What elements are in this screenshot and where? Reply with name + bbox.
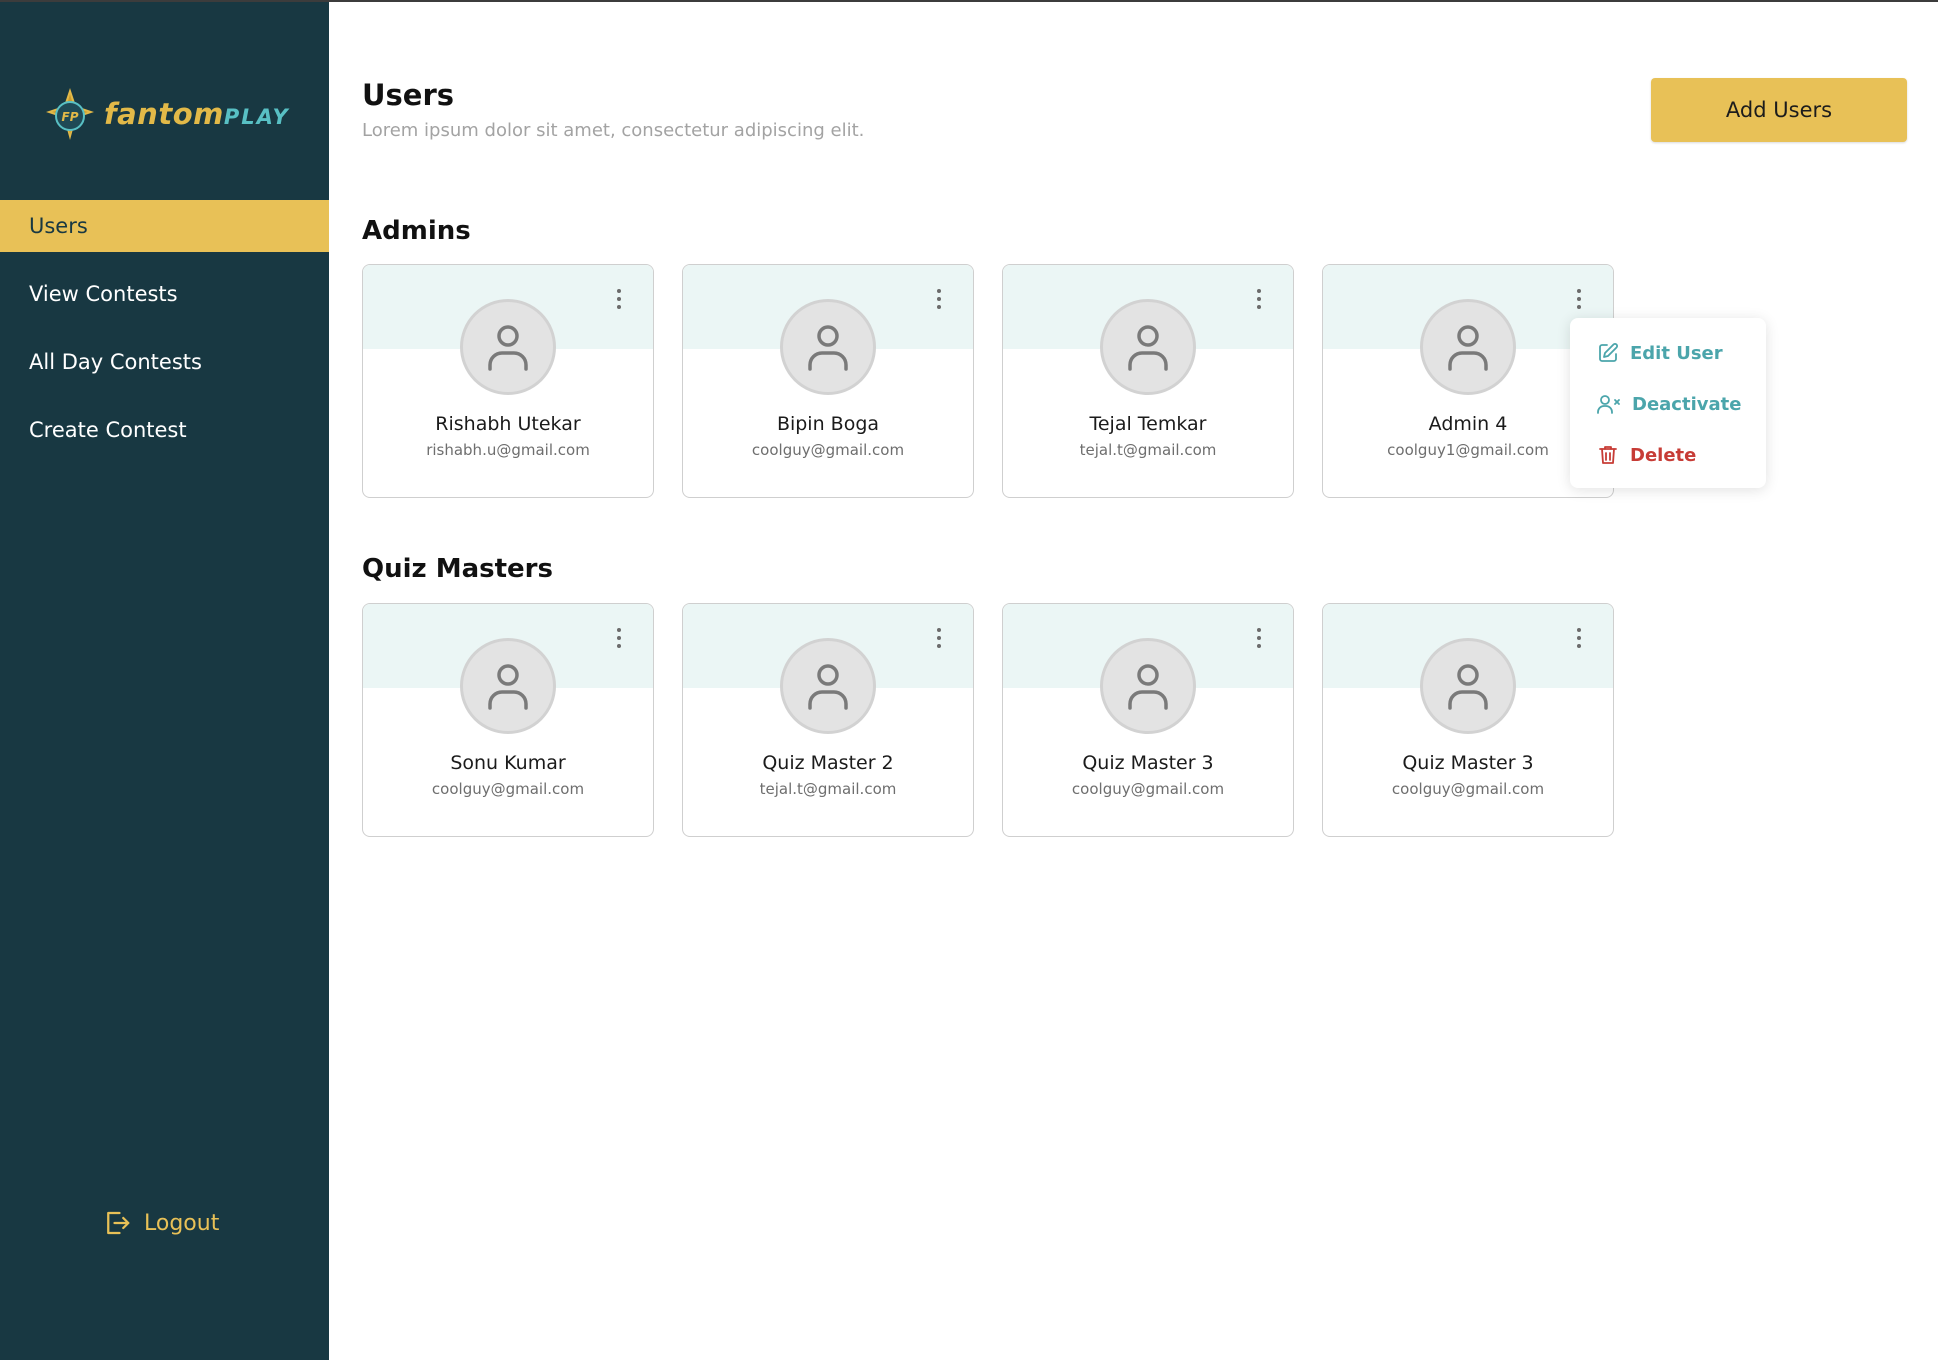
user-email: coolguy@gmail.com — [1071, 780, 1225, 798]
deactivate-menu-item[interactable]: Deactivate — [1596, 389, 1741, 419]
sidebar-nav: Users View Contests All Day Contests Cre… — [0, 200, 329, 472]
user-context-menu: Edit User Deactivate Delete — [1570, 318, 1766, 488]
main-content: Users Lorem ipsum dolor sit amet, consec… — [329, 2, 1938, 1360]
sidebar-item-users[interactable]: Users — [0, 200, 329, 252]
sidebar-item-view-contests[interactable]: View Contests — [0, 268, 329, 320]
user-email: coolguy@gmail.com — [751, 441, 905, 459]
logout-icon — [107, 1211, 130, 1235]
user-email: coolguy@gmail.com — [431, 780, 585, 798]
admins-section-title: Admins — [362, 216, 471, 246]
more-options-icon[interactable] — [611, 285, 627, 313]
app: FP fantomPLAY Users View Contests All Da… — [0, 0, 1938, 1360]
page-subtitle: Lorem ipsum dolor sit amet, consectetur … — [362, 120, 865, 141]
user-email: rishabh.u@gmail.com — [426, 441, 590, 459]
more-options-icon[interactable] — [1571, 285, 1587, 313]
user-card[interactable]: Quiz Master 3 coolguy@gmail.com — [1322, 603, 1614, 837]
add-users-button[interactable]: Add Users — [1651, 78, 1907, 142]
user-name: Sonu Kumar — [450, 752, 566, 774]
user-icon — [1448, 664, 1488, 710]
delete-label: Delete — [1630, 444, 1697, 466]
more-options-icon[interactable] — [1571, 624, 1587, 652]
more-options-icon[interactable] — [1251, 285, 1267, 313]
deactivate-label: Deactivate — [1632, 393, 1742, 415]
sidebar-item-all-day-contests[interactable]: All Day Contests — [0, 336, 329, 388]
delete-menu-item[interactable]: Delete — [1596, 440, 1696, 470]
user-card[interactable]: Sonu Kumar coolguy@gmail.com — [362, 603, 654, 837]
logo-text-main: fantom — [104, 97, 224, 131]
quiz-masters-card-list: Sonu Kumar coolguy@gmail.com Quiz Master… — [362, 603, 1614, 837]
avatar — [1420, 638, 1516, 734]
user-card[interactable]: Quiz Master 2 tejal.t@gmail.com — [682, 603, 974, 837]
user-email: tejal.t@gmail.com — [759, 780, 897, 798]
user-email: tejal.t@gmail.com — [1079, 441, 1217, 459]
user-name: Quiz Master 3 — [1082, 752, 1214, 774]
svg-text:FP: FP — [62, 110, 79, 124]
user-icon — [1128, 325, 1168, 371]
quiz-masters-section-title: Quiz Masters — [362, 554, 553, 584]
user-icon — [1128, 664, 1168, 710]
logo-text-accent: PLAY — [223, 105, 290, 129]
avatar — [780, 299, 876, 395]
user-x-icon — [1597, 395, 1620, 414]
user-icon — [808, 325, 848, 371]
user-email: coolguy@gmail.com — [1391, 780, 1545, 798]
user-icon — [808, 664, 848, 710]
avatar — [1100, 638, 1196, 734]
edit-icon — [1599, 343, 1618, 362]
user-card[interactable]: Tejal Temkar tejal.t@gmail.com — [1002, 264, 1294, 498]
avatar — [1420, 299, 1516, 395]
avatar — [460, 638, 556, 734]
page-title: Users — [362, 78, 455, 112]
edit-user-menu-item[interactable]: Edit User — [1596, 338, 1723, 368]
more-options-icon[interactable] — [611, 624, 627, 652]
user-name: Quiz Master 2 — [762, 752, 894, 774]
user-icon — [488, 664, 528, 710]
user-card[interactable]: Bipin Boga coolguy@gmail.com — [682, 264, 974, 498]
avatar — [780, 638, 876, 734]
logo[interactable]: FP fantomPLAY — [44, 86, 294, 142]
user-icon — [1448, 325, 1488, 371]
more-options-icon[interactable] — [931, 624, 947, 652]
admins-card-list: Rishabh Utekar rishabh.u@gmail.com Bipin… — [362, 264, 1614, 498]
user-name: Rishabh Utekar — [435, 413, 581, 435]
avatar — [460, 299, 556, 395]
user-card[interactable]: Rishabh Utekar rishabh.u@gmail.com — [362, 264, 654, 498]
avatar — [1100, 299, 1196, 395]
more-options-icon[interactable] — [931, 285, 947, 313]
sidebar-item-create-contest[interactable]: Create Contest — [0, 404, 329, 456]
user-name: Quiz Master 3 — [1402, 752, 1534, 774]
logout-label: Logout — [144, 1210, 220, 1236]
trash-icon — [1599, 446, 1617, 464]
user-card[interactable]: Quiz Master 3 coolguy@gmail.com — [1002, 603, 1294, 837]
user-icon — [488, 325, 528, 371]
logo-emblem-icon: FP — [46, 88, 94, 140]
sidebar: FP fantomPLAY Users View Contests All Da… — [0, 2, 329, 1360]
user-name: Tejal Temkar — [1089, 413, 1207, 435]
more-options-icon[interactable] — [1251, 624, 1267, 652]
logout-button[interactable]: Logout — [102, 1206, 219, 1240]
edit-user-label: Edit User — [1630, 342, 1723, 364]
user-name: Bipin Boga — [776, 413, 880, 435]
